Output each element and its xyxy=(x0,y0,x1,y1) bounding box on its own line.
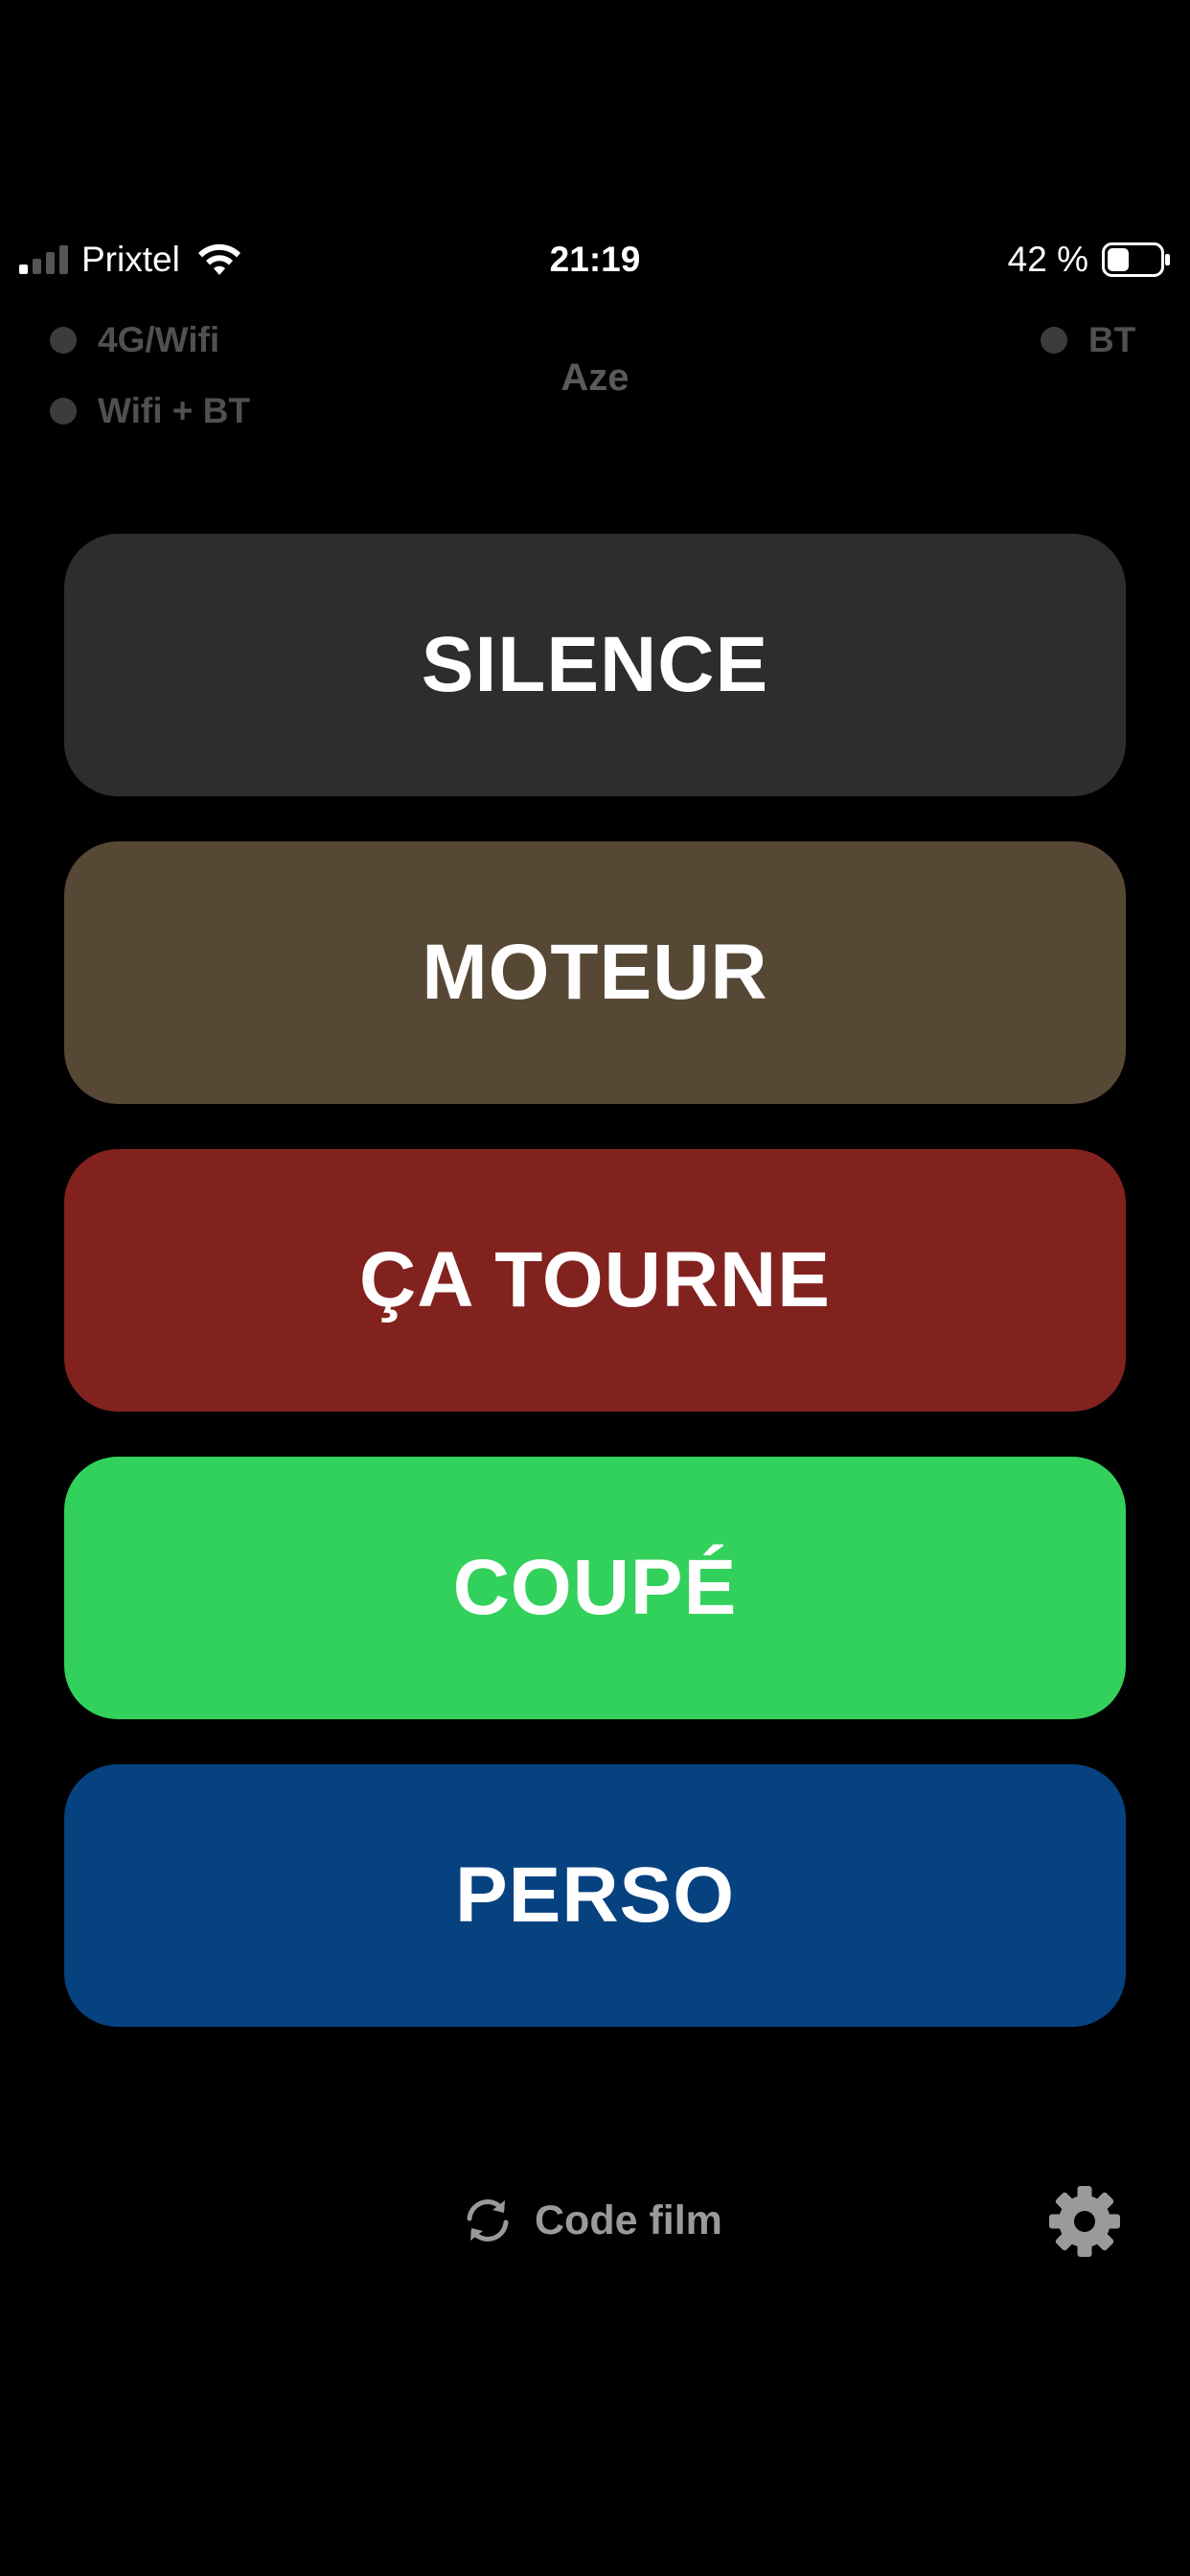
silence-button[interactable]: SILENCE xyxy=(64,534,1126,796)
status-dot-icon xyxy=(50,398,77,425)
status-left: Prixtel xyxy=(19,240,243,280)
coupe-button[interactable]: COUPÉ xyxy=(64,1457,1126,1719)
connection-mode-label: BT xyxy=(1088,320,1136,359)
battery-icon xyxy=(1102,242,1170,277)
code-film-button[interactable]: Code film xyxy=(460,2187,722,2254)
wifi-icon xyxy=(197,243,240,275)
connection-mode-label: 4G/Wifi xyxy=(98,320,220,359)
refresh-icon xyxy=(467,2199,509,2242)
carrier-name: Prixtel xyxy=(81,240,180,279)
ca-tourne-button[interactable]: ÇA TOURNE xyxy=(64,1149,1126,1412)
connection-mode-bt[interactable]: BT xyxy=(1041,320,1135,360)
code-film-label: Code film xyxy=(535,2196,722,2243)
moteur-button[interactable]: MOTEUR xyxy=(64,841,1126,1104)
status-dot-icon xyxy=(1041,327,1067,354)
perso-button[interactable]: PERSO xyxy=(64,1764,1126,2027)
device-name: Aze xyxy=(561,356,629,399)
status-right: 42 % xyxy=(1008,240,1171,280)
connection-mode-4g-wifi[interactable]: 4G/Wifi xyxy=(50,320,219,360)
gear-icon[interactable] xyxy=(1047,2184,1122,2259)
battery-percentage: 42 % xyxy=(1007,240,1088,279)
status-dot-icon xyxy=(50,327,77,354)
cell-signal-icon xyxy=(19,245,68,274)
status-bar: Prixtel 21:19 42 % xyxy=(0,230,1190,293)
